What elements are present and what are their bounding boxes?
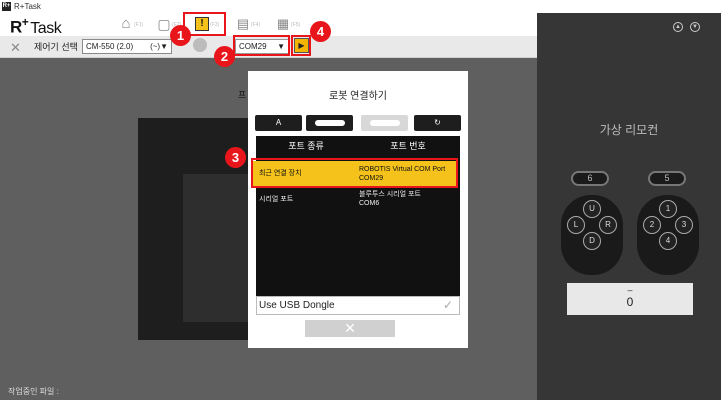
usb-dongle-checkbox[interactable]: Use USB Dongle ✓ xyxy=(256,296,460,315)
row-port-type: 시리얼 포트 xyxy=(259,196,294,203)
step-badge-3: 3 xyxy=(225,147,246,168)
dialog-title: 로봇 연결하기 xyxy=(329,91,387,102)
display-value: 0 xyxy=(626,295,634,309)
check-icon: ✓ xyxy=(442,298,453,312)
controller-select-label: 제어기 선택 xyxy=(34,42,78,52)
refresh-cycle-icon: ↻ xyxy=(434,118,441,127)
robot-connect-dialog: 로봇 연결하기 A ↻ 포트 종류 포트 번호 최근 연결 장치 ROBOTIS… xyxy=(248,71,468,348)
conn-type-button-b[interactable] xyxy=(306,115,353,131)
remote-title: 가상 리모컨 xyxy=(599,123,659,137)
refresh-icon[interactable] xyxy=(193,38,207,52)
display-dash: – xyxy=(627,285,633,295)
controller-select-value: CM-550 (2.0) xyxy=(86,42,134,51)
remote-button-5[interactable]: 5 xyxy=(648,171,686,186)
highlight-box-3 xyxy=(251,158,458,188)
pad-4-button[interactable]: 4 xyxy=(659,232,677,250)
upload-icon[interactable]: ▲ xyxy=(673,22,683,32)
home-icon[interactable]: ⌂ (F1) xyxy=(119,16,143,36)
highlight-box-2 xyxy=(233,35,290,56)
shuffle-icon: ✕ xyxy=(10,40,21,55)
usb-dongle-label: Use USB Dongle xyxy=(259,300,335,311)
app-icon: R+ xyxy=(2,2,11,11)
main-toolbar xyxy=(0,13,537,36)
remote-button-6[interactable]: 6 xyxy=(571,171,609,186)
direction-pad: U L R D xyxy=(561,195,623,275)
clapper-icon[interactable]: ▦ (F5) xyxy=(276,16,300,36)
conn-type-button-d[interactable]: ↻ xyxy=(414,115,461,131)
download-icon[interactable]: ▼ xyxy=(690,22,700,32)
virtual-remote-panel xyxy=(537,13,721,400)
pad-left-button[interactable]: L xyxy=(567,216,585,234)
remote-display: – 0 xyxy=(567,283,693,315)
close-button[interactable]: ✕ xyxy=(305,320,395,337)
number-pad: 1 2 3 4 xyxy=(637,195,699,275)
step-badge-4: 4 xyxy=(310,21,331,42)
row-port-number: 블루투스 시리얼 포트 COM6 xyxy=(359,191,421,207)
film-icon[interactable]: ▤ (F4) xyxy=(236,16,260,36)
working-file-label: 작업중인 파일 : xyxy=(8,387,59,396)
pad-down-button[interactable]: D xyxy=(583,232,601,250)
cable-icon xyxy=(369,120,400,126)
pad-3-button[interactable]: 3 xyxy=(675,216,693,234)
cable-icon xyxy=(314,120,345,126)
pad-right-button[interactable]: R xyxy=(599,216,617,234)
window-title: R+Task xyxy=(14,2,41,11)
app-logo: R+ Task xyxy=(10,15,62,37)
conn-type-label: A xyxy=(275,118,282,127)
window-titlebar: R+ R+Task xyxy=(0,0,721,13)
pad-1-button[interactable]: 1 xyxy=(659,200,677,218)
chevron-down-icon: (~)▼ xyxy=(150,42,168,51)
step-badge-1: 1 xyxy=(170,25,191,46)
conn-type-button-a[interactable]: A xyxy=(255,115,302,131)
col-port-type: 포트 종류 xyxy=(288,141,324,151)
workspace-heading: 프 xyxy=(238,90,247,100)
highlight-box-4 xyxy=(291,35,311,56)
conn-type-button-c[interactable] xyxy=(361,115,408,131)
col-port-number: 포트 번호 xyxy=(390,141,426,151)
pad-2-button[interactable]: 2 xyxy=(643,216,661,234)
step-badge-2: 2 xyxy=(214,46,235,67)
pad-up-button[interactable]: U xyxy=(583,200,601,218)
controller-select[interactable]: CM-550 (2.0) (~)▼ xyxy=(82,39,172,54)
